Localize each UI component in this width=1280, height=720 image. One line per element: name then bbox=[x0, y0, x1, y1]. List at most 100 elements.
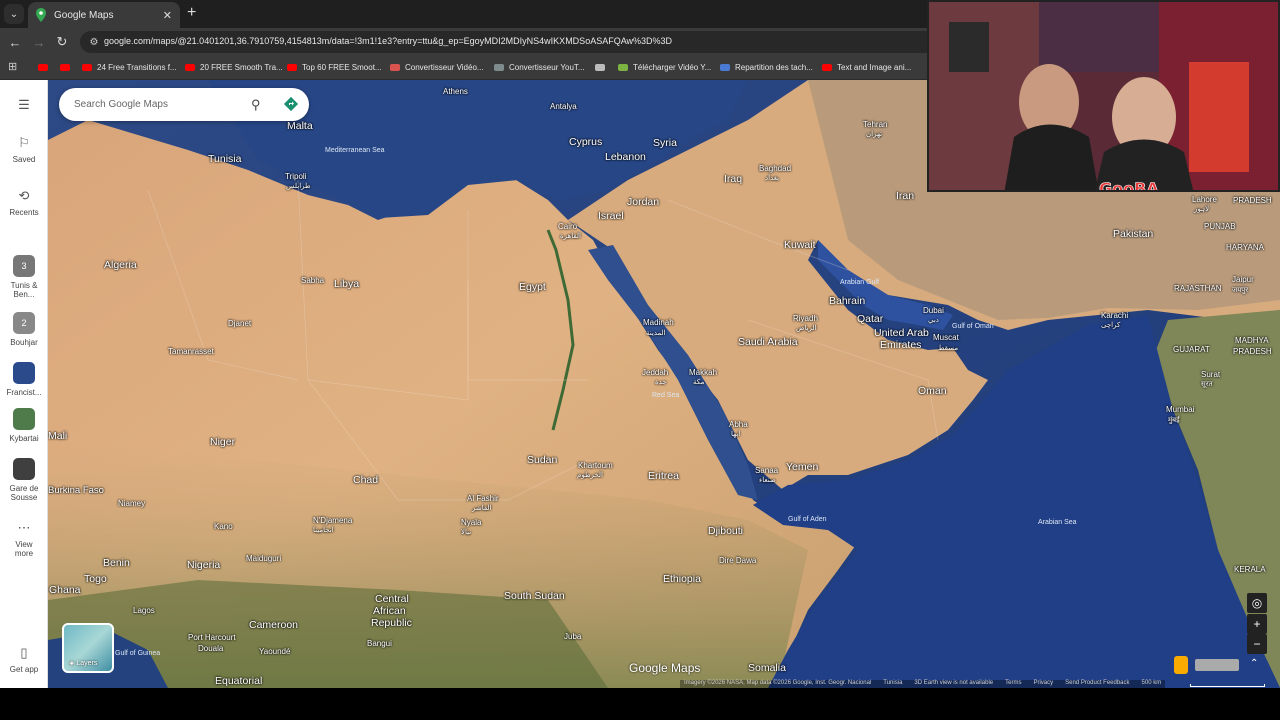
map-label-lahore[interactable]: Lahore bbox=[1192, 195, 1217, 204]
apps-grid-icon[interactable]: ⊞ bbox=[8, 61, 20, 73]
map-label-dire-dawa[interactable]: Dire Dawa bbox=[719, 556, 756, 565]
map-label-tamanrasset[interactable]: Tamanrasset bbox=[168, 347, 214, 356]
map-label-region-kerala[interactable]: KERALA bbox=[1234, 565, 1266, 574]
map-label-iraq[interactable]: Iraq bbox=[724, 173, 742, 185]
map-label-south-sudan[interactable]: South Sudan bbox=[504, 590, 565, 602]
forward-icon[interactable]: → bbox=[29, 32, 49, 52]
map-label-lagos[interactable]: Lagos bbox=[133, 606, 155, 615]
bookmark-item[interactable]: Repartition des tach... bbox=[720, 61, 813, 74]
scale-bar[interactable] bbox=[1190, 684, 1265, 687]
tab-google-maps[interactable]: Google Maps ✕ bbox=[28, 2, 180, 28]
search-input[interactable]: Search Google Maps bbox=[74, 99, 168, 110]
map-label-lebanon[interactable]: Lebanon bbox=[605, 151, 646, 163]
attribution-item[interactable]: 500 km bbox=[1142, 680, 1162, 688]
map-label-qatar[interactable]: Qatar bbox=[857, 313, 883, 325]
close-icon[interactable]: ✕ bbox=[163, 9, 172, 22]
map-label-tunisia[interactable]: Tunisia bbox=[208, 153, 241, 165]
map-label-sanaa[interactable]: Sanaa bbox=[755, 466, 778, 475]
map-label-jordan[interactable]: Jordan bbox=[627, 196, 659, 208]
map-label-jeddah[interactable]: Jeddah bbox=[642, 368, 668, 377]
saved-place-item[interactable]: Kybartai bbox=[0, 408, 48, 443]
map-label-red-sea[interactable]: Red Sea bbox=[652, 392, 679, 399]
saved-place-item[interactable]: Francist... bbox=[0, 362, 48, 397]
get-app-button[interactable]: ▯ Get app bbox=[0, 645, 48, 674]
map-label-ndjamena[interactable]: N'Djamena bbox=[313, 516, 352, 525]
map-label-abha[interactable]: Abha bbox=[729, 420, 748, 429]
saved-place-item[interactable]: Gare de Sousse bbox=[0, 458, 48, 502]
bookmark-item[interactable]: 24 Free Transitions f... bbox=[82, 61, 177, 74]
bookmark-item[interactable]: Text and Image ani... bbox=[822, 61, 911, 74]
map-label-bangui[interactable]: Bangui bbox=[367, 639, 392, 648]
tab-search-button[interactable]: ⌄ bbox=[4, 4, 24, 24]
back-icon[interactable]: ← bbox=[5, 32, 25, 52]
map-label-cameroon[interactable]: Cameroon bbox=[249, 619, 298, 631]
map-label-somalia[interactable]: Somalia bbox=[748, 662, 786, 674]
map-label-libya[interactable]: Libya bbox=[334, 278, 359, 290]
map-label-malta[interactable]: Malta bbox=[287, 120, 313, 132]
map-label-cyprus[interactable]: Cyprus bbox=[569, 136, 602, 148]
map-label-saudi-arabia[interactable]: Saudi Arabia bbox=[738, 336, 798, 348]
map-label-baghdad[interactable]: Baghdad bbox=[759, 164, 791, 173]
map-label-djanet[interactable]: Djanet bbox=[228, 319, 251, 328]
map-type-buttons[interactable] bbox=[1195, 659, 1239, 671]
map-label-cairo[interactable]: Cairo bbox=[558, 222, 577, 231]
map-label-iran[interactable]: Iran bbox=[896, 190, 914, 202]
map-label-car-3[interactable]: Republic bbox=[371, 617, 412, 629]
bookmark-item[interactable]: Télécharger Vidéo Y... bbox=[618, 61, 711, 74]
site-info-icon[interactable]: ⚙ bbox=[87, 35, 101, 49]
attribution-item[interactable]: Privacy bbox=[1033, 680, 1053, 688]
map-label-nigeria[interactable]: Nigeria bbox=[187, 559, 220, 571]
saved-place-item[interactable]: 3 Tunis & Ben... bbox=[0, 255, 48, 299]
search-icon[interactable]: ⚲ bbox=[251, 97, 261, 113]
map-label-sudan[interactable]: Sudan bbox=[527, 454, 557, 466]
map-label-kuwait[interactable]: Kuwait bbox=[784, 239, 816, 251]
map-label-surat[interactable]: Surat bbox=[1201, 370, 1220, 379]
map-label-port-harcourt[interactable]: Port Harcourt bbox=[188, 633, 236, 642]
saved-place-item[interactable]: 2 Bouhjar bbox=[0, 312, 48, 347]
expand-icon[interactable]: ⌃ bbox=[1250, 658, 1258, 669]
map-label-region-haryana[interactable]: HARYANA bbox=[1226, 243, 1264, 252]
map-label-algeria[interactable]: Algeria bbox=[104, 259, 137, 271]
map-label-ethiopia[interactable]: Ethiopia bbox=[663, 573, 701, 585]
map-label-gulf-of-aden[interactable]: Gulf of Aden bbox=[788, 516, 827, 523]
map-label-djibouti[interactable]: Djibouti bbox=[708, 525, 743, 537]
attribution-item[interactable]: Terms bbox=[1005, 680, 1021, 688]
map-label-dubai[interactable]: Dubai bbox=[923, 306, 944, 315]
bookmark-item[interactable] bbox=[60, 61, 75, 74]
bookmark-item[interactable] bbox=[38, 61, 53, 74]
directions-icon[interactable] bbox=[283, 96, 299, 112]
map-label-kano[interactable]: Kano bbox=[214, 522, 233, 531]
map-label-region-punjab[interactable]: PUNJAB bbox=[1204, 222, 1236, 231]
map-label-region-pradesh-1[interactable]: PRADESH bbox=[1233, 196, 1272, 205]
recents-button[interactable]: ⟲ Recents bbox=[0, 188, 48, 217]
map-label-yemen[interactable]: Yemen bbox=[786, 461, 818, 473]
map-label-jaipur[interactable]: Jaipur bbox=[1232, 275, 1254, 284]
map-label-mumbai[interactable]: Mumbai bbox=[1166, 405, 1194, 414]
reload-icon[interactable]: ↻ bbox=[52, 32, 72, 52]
map-label-region-gujarat[interactable]: GUJARAT bbox=[1173, 345, 1210, 354]
map-label-maiduguri[interactable]: Maiduguri bbox=[246, 554, 281, 563]
map-label-benin[interactable]: Benin bbox=[103, 557, 130, 569]
bookmark-item[interactable] bbox=[595, 61, 610, 74]
bookmark-item[interactable]: 20 FREE Smooth Tra... bbox=[185, 61, 283, 74]
map-label-ghana[interactable]: Ghana bbox=[49, 584, 81, 596]
map-label-riyadh[interactable]: Riyadh bbox=[793, 314, 818, 323]
map-label-sabha[interactable]: Sabha bbox=[301, 276, 324, 285]
map-label-juba[interactable]: Juba bbox=[564, 632, 581, 641]
my-location-icon[interactable]: ◎ bbox=[1247, 593, 1267, 613]
map-label-nyala[interactable]: Nyala bbox=[461, 518, 481, 527]
map-label-yaounde[interactable]: Yaoundé bbox=[259, 647, 290, 656]
map-label-chad[interactable]: Chad bbox=[353, 474, 378, 486]
map-label-gulf-of-guinea[interactable]: Gulf of Guinea bbox=[115, 650, 160, 657]
zoom-out-button[interactable]: − bbox=[1247, 634, 1267, 654]
map-label-athens[interactable]: Athens bbox=[443, 87, 468, 96]
map-label-makkah[interactable]: Makkah bbox=[689, 368, 717, 377]
map-label-arabian-sea[interactable]: Arabian Sea bbox=[1038, 519, 1077, 526]
map-label-gulf-of-oman[interactable]: Gulf of Oman bbox=[952, 323, 994, 330]
map-label-egypt[interactable]: Egypt bbox=[519, 281, 546, 293]
map-label-pakistan[interactable]: Pakistan bbox=[1113, 228, 1153, 240]
map-label-region-madhya[interactable]: MADHYA bbox=[1235, 336, 1269, 345]
attribution-item[interactable]: 3D Earth view is not available bbox=[914, 680, 993, 688]
map-label-eritrea[interactable]: Eritrea bbox=[648, 470, 679, 482]
map-label-bahrain[interactable]: Bahrain bbox=[829, 295, 865, 307]
